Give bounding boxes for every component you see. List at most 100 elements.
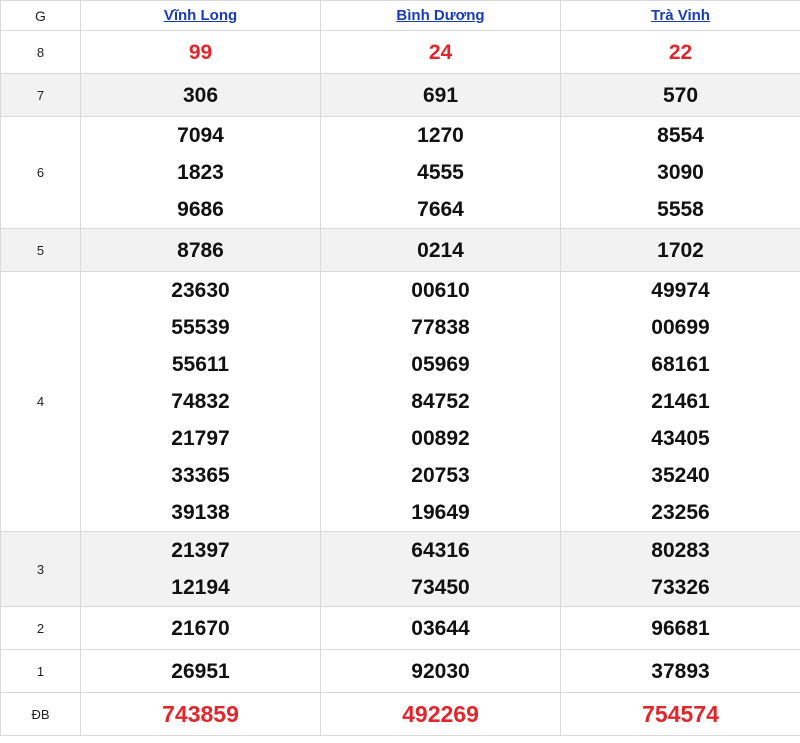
result-number: 21670: [171, 616, 230, 640]
prize-name: 7: [0, 73, 81, 117]
prize-name: 5: [0, 228, 81, 272]
prize-cell: 03644: [320, 606, 561, 650]
prize-cell: 754574: [560, 692, 800, 736]
result-number: 33365: [171, 464, 230, 487]
result-number: 20753: [411, 464, 470, 487]
prize-cell: 92030: [320, 649, 561, 693]
prize-cell: 21670: [80, 606, 321, 650]
prize-cell: 8786: [80, 228, 321, 272]
result-number: 7664: [417, 198, 464, 221]
result-number: 754574: [642, 700, 719, 727]
result-number: 21397: [171, 539, 230, 562]
prize-column-header: G: [0, 0, 81, 31]
prize-cell: 64316 73450: [320, 531, 561, 607]
result-number: 3090: [657, 161, 704, 184]
result-number: 743859: [162, 700, 239, 727]
prize-cell: 691: [320, 73, 561, 117]
result-number: 96681: [651, 616, 710, 640]
prize-cell: 22: [560, 30, 800, 74]
result-number: 00892: [411, 427, 470, 450]
result-number: 73450: [411, 576, 470, 599]
result-number: 92030: [411, 659, 470, 683]
result-number: 23256: [651, 501, 710, 524]
prize-cell: 7094 1823 9686: [80, 116, 321, 229]
prize-cell: 99: [80, 30, 321, 74]
prize-cell: 1270 4555 7664: [320, 116, 561, 229]
prize-cell: 49974 00699 68161 21461 43405 35240 23256: [560, 271, 800, 532]
prize-row: 3 21397 12194 64316 73450 80283 73326: [0, 531, 800, 607]
result-number: 8786: [177, 238, 224, 262]
prize-cell: 26951: [80, 649, 321, 693]
result-number: 306: [182, 83, 219, 107]
prize-cell: 80283 73326: [560, 531, 800, 607]
prize-name: 4: [0, 271, 81, 532]
result-number: 64316: [411, 539, 470, 562]
result-number: 570: [662, 83, 699, 107]
province-link-vinh-long[interactable]: Vĩnh Long: [164, 7, 237, 24]
prize-name: 8: [0, 30, 81, 74]
result-number: 691: [422, 83, 459, 107]
province-header-1: Vĩnh Long: [80, 0, 321, 31]
prize-row: 5 8786 0214 1702: [0, 228, 800, 272]
result-number: 21461: [651, 390, 710, 413]
result-number: 03644: [411, 616, 470, 640]
prize-cell: 306: [80, 73, 321, 117]
prize-row: 6 7094 1823 9686 1270 4555 7664 8554 3090 5558: [0, 116, 800, 229]
result-number: 22: [668, 40, 693, 64]
prize-cell: 23630 55539 55611 74832 21797 33365 39138: [80, 271, 321, 532]
result-number: 21797: [171, 427, 230, 450]
result-number: 00610: [411, 279, 470, 302]
result-number: 84752: [411, 390, 470, 413]
result-number: 68161: [651, 353, 710, 376]
prize-row: 2 21670 03644 96681: [0, 606, 800, 650]
prize-row: 8 99 24 22: [0, 30, 800, 74]
prize-cell: 96681: [560, 606, 800, 650]
result-number: 12194: [171, 576, 230, 599]
prize-cell: 0214: [320, 228, 561, 272]
result-number: 37893: [651, 659, 710, 683]
result-number: 55539: [171, 316, 230, 339]
result-number: 00699: [651, 316, 710, 339]
result-number: 9686: [177, 198, 224, 221]
result-number: 23630: [171, 279, 230, 302]
result-number: 0214: [417, 238, 464, 262]
result-number: 7094: [177, 124, 224, 147]
prize-cell: 00610 77838 05969 84752 00892 20753 19649: [320, 271, 561, 532]
result-number: 26951: [171, 659, 230, 683]
prize-row: 7 306 691 570: [0, 73, 800, 117]
result-number: 19649: [411, 501, 470, 524]
result-number: 1270: [417, 124, 464, 147]
prize-name: 1: [0, 649, 81, 693]
prize-row: ĐB 743859 492269 754574: [0, 692, 800, 736]
result-number: 8554: [657, 124, 704, 147]
prize-cell: 37893: [560, 649, 800, 693]
prize-cell: 743859: [80, 692, 321, 736]
result-number: 49974: [651, 279, 710, 302]
result-number: 39138: [171, 501, 230, 524]
prize-cell: 8554 3090 5558: [560, 116, 800, 229]
prize-row: 1 26951 92030 37893: [0, 649, 800, 693]
result-number: 492269: [402, 700, 479, 727]
result-number: 05969: [411, 353, 470, 376]
result-number: 74832: [171, 390, 230, 413]
result-number: 4555: [417, 161, 464, 184]
result-number: 1702: [657, 238, 704, 262]
prize-cell: 24: [320, 30, 561, 74]
result-number: 55611: [171, 353, 230, 376]
prize-name: 2: [0, 606, 81, 650]
prize-name: 3: [0, 531, 81, 607]
result-number: 99: [188, 40, 213, 64]
prize-name: 6: [0, 116, 81, 229]
prize-cell: 570: [560, 73, 800, 117]
result-number: 80283: [651, 539, 710, 562]
result-number: 1823: [177, 161, 224, 184]
province-link-binh-duong[interactable]: Bình Dương: [396, 7, 484, 24]
prize-row: 4 23630 55539 55611 74832 21797 33365 39138 0061…: [0, 271, 800, 532]
result-number: 24: [428, 40, 453, 64]
lottery-results-table: G Vĩnh Long Bình Dương Trà Vinh 8 99 24 22 7…: [0, 0, 800, 736]
result-number: 73326: [651, 576, 710, 599]
province-link-tra-vinh[interactable]: Trà Vinh: [651, 7, 710, 24]
prize-cell: 492269: [320, 692, 561, 736]
result-number: 35240: [651, 464, 710, 487]
prize-cell: 21397 12194: [80, 531, 321, 607]
